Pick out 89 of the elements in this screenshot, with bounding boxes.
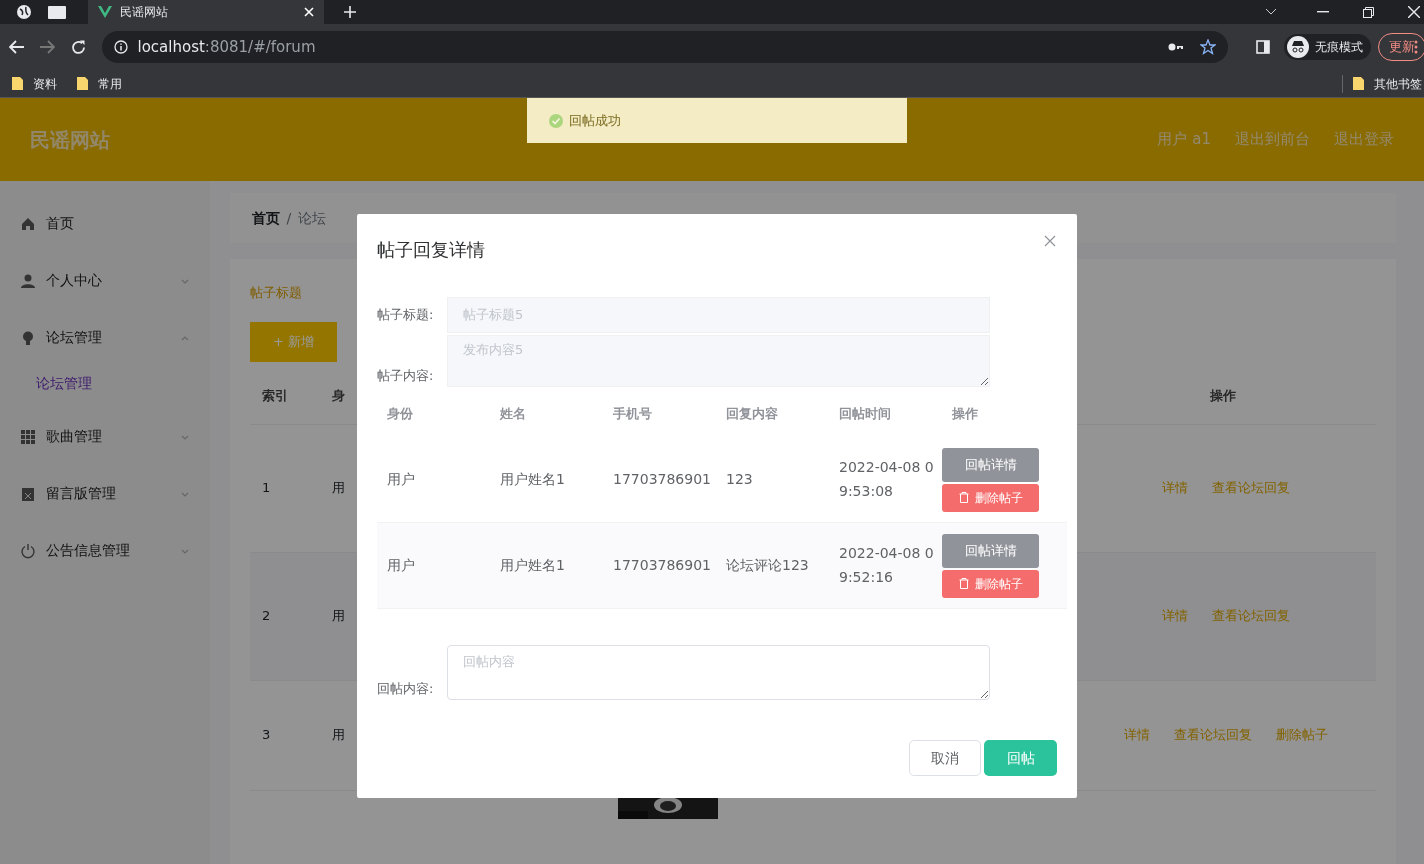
folder-icon: [1353, 77, 1364, 90]
sidebar-item[interactable]: 首页: [0, 195, 210, 252]
table-cell-text: 1: [261, 479, 272, 498]
reply-button[interactable]: 回帖: [984, 740, 1057, 776]
table-cell: 用户: [387, 557, 415, 573]
new-tab-icon[interactable]: [344, 6, 356, 18]
sidebar-item[interactable]: 留言版管理: [0, 465, 210, 522]
sidebar-item[interactable]: 歌曲管理: [0, 408, 210, 465]
table-cell: 17703786901: [613, 557, 711, 573]
tab-title: 民谣网站: [120, 4, 168, 21]
action-link[interactable]: 查看论坛回复: [1162, 719, 1264, 751]
table-cell: 123: [726, 471, 753, 487]
bookmark[interactable]: 资料: [33, 74, 57, 93]
column-header: 姓名: [500, 406, 526, 422]
bookmark[interactable]: 其他书签: [1374, 74, 1422, 93]
profile-label: 无痕模式: [1315, 39, 1363, 56]
restore-icon[interactable]: [1363, 6, 1374, 18]
column-header: 操作: [952, 406, 978, 422]
bulb-icon: [20, 329, 36, 346]
incognito-icon[interactable]: [1287, 36, 1309, 58]
action-link[interactable]: 详情: [1112, 719, 1162, 751]
column-header: 身份: [387, 406, 413, 422]
forward-icon[interactable]: [38, 40, 55, 54]
action-link[interactable]: 详情: [1150, 600, 1200, 632]
breadcrumb-item: 论坛: [297, 208, 326, 228]
table-cell-text: 用: [332, 479, 345, 498]
toast-message: 回帖成功: [569, 111, 621, 130]
action-link[interactable]: 查看论坛回复: [1200, 472, 1302, 504]
search-label: 帖子标题: [250, 284, 302, 302]
grid-icon: [20, 428, 36, 445]
clipboard-icon: [20, 485, 36, 502]
minimize-icon[interactable]: [1317, 11, 1329, 13]
side-panel-icon[interactable]: [1256, 40, 1270, 54]
delete-button[interactable]: 删除帖子: [942, 569, 1039, 598]
column-header: 索引: [261, 387, 289, 406]
v-logo-icon: [98, 6, 112, 18]
globe-icon[interactable]: [16, 4, 32, 20]
home-icon: [20, 215, 36, 232]
bookmark[interactable]: 常用: [97, 74, 122, 93]
action-link[interactable]: 删除帖子: [1264, 719, 1340, 751]
column-header: 操作: [1210, 387, 1236, 406]
star-icon[interactable]: [1200, 39, 1216, 55]
folder-icon: [76, 77, 88, 90]
power-icon: [20, 542, 36, 559]
action-link[interactable]: 详情: [1150, 472, 1200, 504]
reply-detail-button[interactable]: 回帖详情: [942, 447, 1039, 482]
field-label: 帖子标题:: [377, 306, 435, 325]
reload-icon[interactable]: [70, 39, 86, 55]
table-cell: 用户姓名1: [500, 557, 565, 573]
trash-icon: [958, 492, 969, 503]
action-link[interactable]: 查看论坛回复: [1200, 600, 1302, 632]
info-icon[interactable]: [113, 40, 128, 54]
breadcrumb-separator: /: [286, 208, 292, 228]
more-icon[interactable]: [1413, 40, 1418, 54]
table-cell-text: 2: [261, 607, 272, 626]
trash-icon: [958, 578, 969, 589]
url-text[interactable]: localhost:8081/#/forum: [137, 35, 316, 59]
table-cell: 17703786901: [613, 471, 711, 487]
column-header: 手机号: [613, 406, 652, 422]
table-cell: 2022-04-08 09:53:08: [839, 458, 934, 499]
table-cell: 论坛评论123: [726, 557, 809, 573]
table-cell-text: 3: [261, 726, 272, 745]
sidebar-item[interactable]: 个人中心: [0, 252, 210, 309]
site-title: 民谣网站: [30, 126, 110, 154]
sidebar-item[interactable]: 公告信息管理: [0, 522, 210, 579]
table-cell: 用户姓名1: [500, 471, 565, 487]
back-icon[interactable]: [8, 40, 25, 54]
user-icon: [20, 272, 36, 289]
chevron-down-icon[interactable]: [1265, 8, 1277, 16]
column-header: 回复内容: [726, 406, 778, 422]
dialog-title: 帖子回复详情: [377, 238, 485, 262]
cancel-button[interactable]: 取消: [908, 740, 981, 776]
folder-icon: [12, 77, 23, 90]
check-icon: [549, 113, 563, 128]
table-cell-text: 用: [332, 607, 345, 626]
window-icon[interactable]: [48, 5, 66, 19]
table-cell-text: 用: [332, 726, 345, 745]
reply-detail-button[interactable]: 回帖详情: [942, 533, 1039, 568]
browser-tab[interactable]: 民谣网站: [88, 0, 324, 24]
add-button[interactable]: + 新增: [250, 322, 337, 362]
delete-button[interactable]: 删除帖子: [942, 483, 1039, 512]
column-header: 身: [332, 387, 345, 406]
breadcrumb-item[interactable]: 首页: [252, 207, 280, 229]
field-label: 回帖内容:: [377, 679, 435, 698]
field-label: 帖子内容:: [377, 366, 435, 385]
table-cell: 用户: [387, 471, 415, 487]
key-icon[interactable]: [1168, 42, 1184, 52]
table-cell: 2022-04-08 09:52:16: [839, 544, 934, 585]
column-header: 回帖时间: [839, 406, 891, 422]
